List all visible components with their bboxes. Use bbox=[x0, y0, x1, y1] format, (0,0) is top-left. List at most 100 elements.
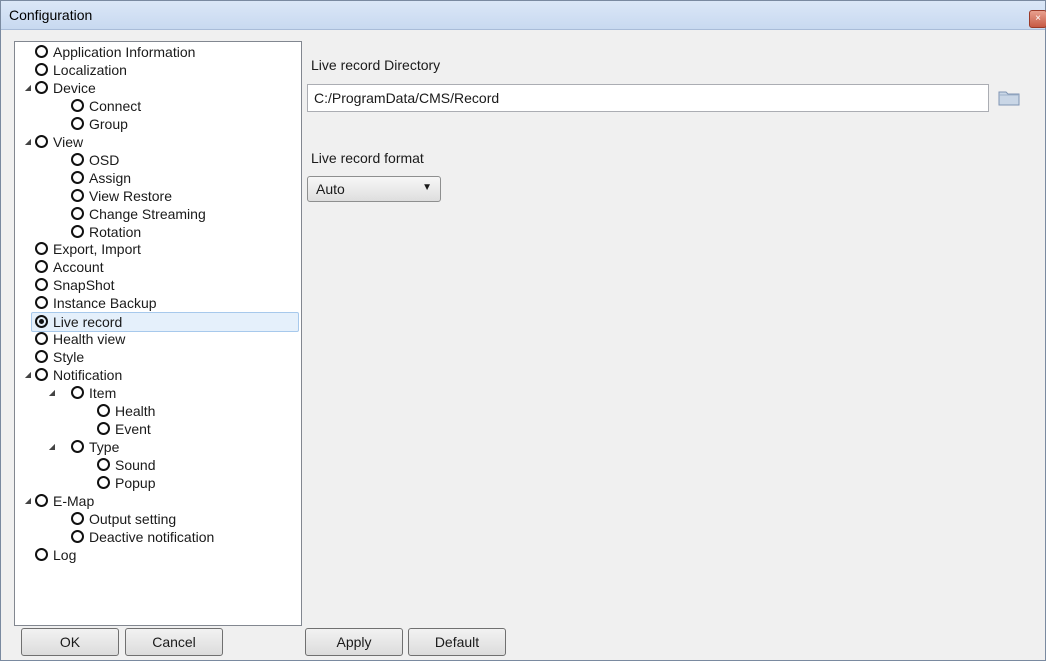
tree-item-label: Connect bbox=[89, 97, 142, 114]
radio-icon bbox=[35, 547, 48, 561]
radio-icon bbox=[35, 493, 48, 507]
radio-icon bbox=[35, 134, 48, 148]
tree-item-type[interactable]: Type bbox=[57, 438, 119, 456]
tree-item-label: Live record bbox=[53, 314, 123, 331]
tree-item-label: Item bbox=[89, 385, 117, 402]
tree-item-rotation[interactable]: Rotation bbox=[57, 223, 141, 241]
cancel-button[interactable]: Cancel bbox=[125, 628, 223, 656]
tree-item-label: Instance Backup bbox=[53, 295, 157, 312]
tree-item-output-setting[interactable]: Output setting bbox=[57, 510, 176, 528]
radio-icon bbox=[71, 170, 84, 184]
folder-browse-icon[interactable] bbox=[997, 87, 1021, 107]
tree-item-style[interactable]: Style bbox=[21, 348, 84, 366]
tree-item-event[interactable]: Event bbox=[83, 420, 151, 438]
tree-item-label: Group bbox=[89, 115, 128, 132]
tree-item-label: Export, Import bbox=[53, 241, 141, 258]
tree-item-label: Device bbox=[53, 79, 96, 96]
format-selected-value: Auto bbox=[316, 181, 345, 197]
tree-item-label: Log bbox=[53, 546, 77, 563]
radio-icon bbox=[97, 457, 110, 471]
tree-item-label: Health bbox=[115, 403, 156, 419]
radio-icon bbox=[35, 242, 48, 256]
tree-item-label: Change Streaming bbox=[89, 205, 206, 222]
live-record-format-label: Live record format bbox=[311, 150, 424, 166]
tree-item-label: View bbox=[53, 133, 84, 150]
tree-item-label: Popup bbox=[115, 474, 156, 491]
radio-icon bbox=[97, 475, 110, 489]
radio-icon bbox=[71, 206, 84, 220]
tree-item-instance-backup[interactable]: Instance Backup bbox=[21, 294, 157, 312]
tree-item-sound[interactable]: Sound bbox=[83, 456, 155, 474]
tree-item-export-import[interactable]: Export, Import bbox=[21, 240, 141, 258]
tree-item-view-restore[interactable]: View Restore bbox=[57, 187, 172, 205]
tree-item-label: Localization bbox=[53, 61, 127, 78]
tree-item-account[interactable]: Account bbox=[21, 258, 104, 276]
radio-icon bbox=[35, 278, 48, 292]
radio-icon bbox=[71, 224, 84, 238]
settings-tree[interactable]: Application Information Localization Devic… bbox=[14, 41, 302, 626]
tree-item-log[interactable]: Log bbox=[21, 546, 76, 564]
tree-item-label: E-Map bbox=[53, 492, 95, 509]
tree-item-label: Output setting bbox=[89, 510, 177, 527]
tree-item-label: Deactive notification bbox=[89, 528, 215, 545]
tree-item-label: Event bbox=[115, 420, 151, 437]
radio-icon bbox=[71, 116, 84, 130]
tree-item-label: Type bbox=[89, 438, 120, 455]
radio-selected-icon bbox=[35, 315, 48, 329]
default-button[interactable]: Default bbox=[408, 628, 506, 656]
tree-item-health-view[interactable]: Health view bbox=[21, 330, 125, 348]
tree-item-application-information[interactable]: Application Information bbox=[21, 43, 195, 61]
tree-item-snapshot[interactable]: SnapShot bbox=[21, 276, 115, 294]
expand-arrow-icon[interactable]: ◢ bbox=[23, 133, 33, 151]
tree-item-label: Health view bbox=[53, 331, 126, 348]
tree-item-label: Style bbox=[53, 349, 85, 366]
radio-icon bbox=[71, 511, 84, 525]
tree-item-connect[interactable]: Connect bbox=[57, 97, 141, 115]
radio-icon bbox=[35, 80, 48, 94]
radio-icon bbox=[71, 529, 84, 543]
tree-item-health[interactable]: Health bbox=[83, 402, 155, 420]
tree-item-label: Application Information bbox=[53, 44, 196, 60]
tree-item-label: View Restore bbox=[89, 187, 173, 204]
radio-icon bbox=[35, 350, 48, 364]
chevron-down-icon: ▼ bbox=[422, 182, 432, 193]
radio-icon bbox=[35, 332, 48, 346]
radio-icon bbox=[71, 98, 84, 112]
close-icon[interactable]: × bbox=[1029, 10, 1046, 28]
radio-icon bbox=[71, 439, 84, 453]
tree-item-localization[interactable]: Localization bbox=[21, 61, 127, 79]
expand-arrow-icon[interactable]: ◢ bbox=[47, 384, 57, 402]
tree-item-label: Notification bbox=[53, 367, 123, 384]
tree-item-label: SnapShot bbox=[53, 277, 115, 294]
ok-button[interactable]: OK bbox=[21, 628, 119, 656]
radio-icon bbox=[35, 62, 48, 76]
live-record-format-select[interactable]: Auto ▼ bbox=[307, 176, 441, 202]
apply-button[interactable]: Apply bbox=[305, 628, 403, 656]
expand-arrow-icon[interactable]: ◢ bbox=[23, 366, 33, 384]
radio-icon bbox=[71, 188, 84, 202]
radio-icon bbox=[71, 152, 84, 166]
tree-item-group[interactable]: Group bbox=[57, 115, 128, 133]
expand-arrow-icon[interactable]: ◢ bbox=[47, 438, 57, 456]
tree-item-label: Account bbox=[53, 259, 104, 276]
tree-item-popup[interactable]: Popup bbox=[83, 474, 155, 492]
tree-item-osd[interactable]: OSD bbox=[57, 151, 119, 169]
tree-item-change-streaming[interactable]: Change Streaming bbox=[57, 205, 206, 223]
configuration-window: Configuration × Application Information L… bbox=[0, 0, 1046, 661]
radio-icon bbox=[71, 386, 84, 400]
live-record-directory-label: Live record Directory bbox=[311, 57, 441, 73]
radio-icon bbox=[35, 260, 48, 274]
radio-icon bbox=[35, 368, 48, 382]
radio-icon bbox=[35, 45, 48, 58]
tree-item-deactive-notification[interactable]: Deactive notification bbox=[57, 528, 214, 546]
title-bar[interactable]: Configuration × bbox=[1, 1, 1046, 30]
tree-item-label: OSD bbox=[89, 151, 120, 168]
tree-item-assign[interactable]: Assign bbox=[57, 169, 131, 187]
expand-arrow-icon[interactable]: ◢ bbox=[23, 79, 33, 97]
tree-item-label: Rotation bbox=[89, 223, 142, 240]
tree-item-item[interactable]: Item bbox=[57, 384, 116, 402]
tree-item-label: Sound bbox=[115, 456, 156, 473]
tree-item-notification[interactable]: Notification bbox=[21, 366, 122, 384]
expand-arrow-icon[interactable]: ◢ bbox=[23, 492, 33, 510]
live-record-directory-input[interactable] bbox=[307, 84, 989, 112]
